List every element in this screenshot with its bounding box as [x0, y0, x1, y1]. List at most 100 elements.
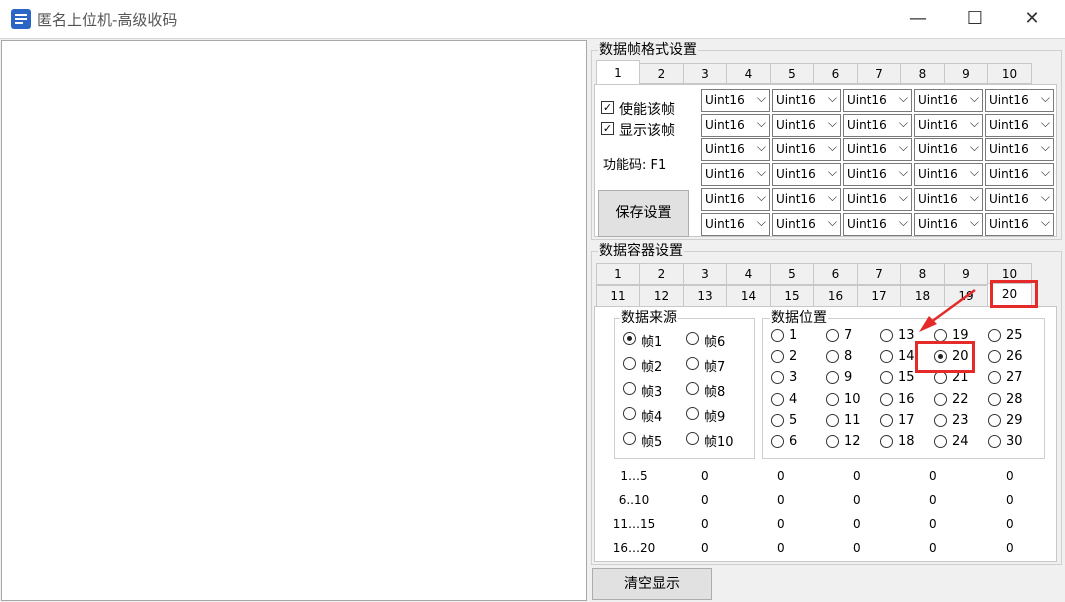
position-radio-10[interactable] [826, 392, 839, 406]
window-title: 匿名上位机-高级收码 [37, 11, 178, 29]
position-radio-5[interactable] [771, 413, 784, 427]
container-tab-11[interactable]: 11 [596, 285, 640, 307]
position-radio-18[interactable] [880, 435, 893, 448]
source-radio-5[interactable] [623, 432, 636, 445]
type-combo[interactable]: Uint16 ⌵ [772, 89, 841, 112]
clear-display-button[interactable]: 清空显示 [592, 568, 712, 600]
type-combo[interactable]: Uint16 ⌵ [843, 188, 912, 211]
source-radio-8[interactable] [686, 382, 699, 395]
position-radio-label: 23 [952, 412, 969, 428]
enable-frame-checkbox[interactable]: ✓ [601, 101, 614, 114]
frame-tab-2[interactable]: 2 [639, 63, 684, 84]
close-button[interactable]: ✕ [1008, 0, 1056, 38]
type-combo[interactable]: Uint16 ⌵ [843, 163, 912, 186]
type-combo[interactable]: Uint16 ⌵ [985, 188, 1054, 211]
type-combo[interactable]: Uint16 ⌵ [772, 138, 841, 161]
type-combo[interactable]: Uint16 ⌵ [914, 114, 983, 137]
show-frame-checkbox[interactable]: ✓ [601, 122, 614, 135]
type-combo[interactable]: Uint16 ⌵ [914, 188, 983, 211]
position-radio-7[interactable] [826, 329, 839, 342]
frame-tab-4[interactable]: 4 [726, 63, 771, 84]
source-radio-9[interactable] [686, 407, 699, 420]
container-tab-16[interactable]: 16 [813, 285, 858, 307]
position-radio-23[interactable] [934, 413, 947, 427]
position-radio-17[interactable] [880, 413, 893, 427]
type-combo[interactable]: Uint16 ⌵ [914, 89, 983, 112]
type-combo[interactable]: Uint16 ⌵ [701, 114, 770, 137]
position-radio-13[interactable] [880, 329, 893, 342]
container-tab-17[interactable]: 17 [857, 285, 901, 307]
frame-tab-7[interactable]: 7 [857, 63, 901, 84]
frame-tab-9[interactable]: 9 [944, 63, 988, 84]
combo-value: Uint16 [989, 217, 1029, 231]
type-combo[interactable]: Uint16 ⌵ [843, 89, 912, 112]
type-combo[interactable]: Uint16 ⌵ [985, 89, 1054, 112]
position-radio-24[interactable] [934, 435, 947, 448]
frame-tab-10[interactable]: 10 [987, 63, 1032, 84]
source-radio-7[interactable] [686, 357, 699, 370]
container-tab-5[interactable]: 5 [770, 263, 814, 285]
type-combo[interactable]: Uint16 ⌵ [914, 138, 983, 161]
data-display-area[interactable] [1, 40, 587, 601]
position-radio-12[interactable] [826, 435, 839, 448]
type-combo[interactable]: Uint16 ⌵ [914, 163, 983, 186]
type-combo[interactable]: Uint16 ⌵ [843, 138, 912, 161]
position-radio-22[interactable] [934, 392, 947, 406]
container-tab-13[interactable]: 13 [683, 285, 727, 307]
position-radio-4[interactable] [771, 392, 784, 406]
type-combo[interactable]: Uint16 ⌵ [985, 114, 1054, 137]
source-radio-4[interactable] [623, 407, 636, 420]
container-tab-15[interactable]: 15 [770, 285, 814, 307]
type-combo[interactable]: Uint16 ⌵ [914, 213, 983, 236]
type-combo[interactable]: Uint16 ⌵ [772, 163, 841, 186]
title-bar: 匿名上位机-高级收码 — ☐ ✕ [0, 0, 1065, 39]
container-tab-12[interactable]: 12 [639, 285, 684, 307]
type-combo[interactable]: Uint16 ⌵ [843, 213, 912, 236]
type-combo[interactable]: Uint16 ⌵ [772, 188, 841, 211]
type-combo[interactable]: Uint16 ⌵ [772, 213, 841, 236]
position-radio-30[interactable] [988, 435, 1001, 448]
container-tab-14[interactable]: 14 [726, 285, 771, 307]
container-tab-1[interactable]: 1 [596, 263, 640, 285]
maximize-button[interactable]: ☐ [951, 0, 999, 38]
type-combo[interactable]: Uint16 ⌵ [701, 138, 770, 161]
type-combo[interactable]: Uint16 ⌵ [985, 138, 1054, 161]
value-cell: 0 [929, 493, 937, 507]
position-radio-6[interactable] [771, 435, 784, 448]
frame-tab-5[interactable]: 5 [770, 63, 814, 84]
container-tab-2[interactable]: 2 [639, 263, 684, 285]
source-radio-2[interactable] [623, 357, 636, 370]
chevron-down-icon: ⌵ [969, 190, 979, 204]
type-combo[interactable]: Uint16 ⌵ [772, 114, 841, 137]
type-combo[interactable]: Uint16 ⌵ [701, 213, 770, 236]
frame-tab-3[interactable]: 3 [683, 63, 727, 84]
chevron-down-icon: ⌵ [969, 116, 979, 130]
minimize-button[interactable]: — [894, 0, 942, 38]
type-combo[interactable]: Uint16 ⌵ [701, 163, 770, 186]
type-combo[interactable]: Uint16 ⌵ [985, 213, 1054, 236]
container-tab-6[interactable]: 6 [813, 263, 858, 285]
save-settings-button[interactable]: 保存设置 [598, 190, 689, 237]
position-radio-11[interactable] [826, 413, 839, 427]
type-combo[interactable]: Uint16 ⌵ [701, 89, 770, 112]
position-radio-29[interactable] [988, 413, 1001, 427]
source-radio-3[interactable] [623, 382, 636, 395]
type-combo[interactable]: Uint16 ⌵ [701, 188, 770, 211]
frame-tab-8[interactable]: 8 [900, 63, 945, 84]
container-tab-7[interactable]: 7 [857, 263, 901, 285]
position-radio-1[interactable] [771, 329, 784, 342]
combo-value: Uint16 [705, 93, 745, 107]
chevron-down-icon: ⌵ [969, 165, 979, 179]
position-radio-16[interactable] [880, 392, 893, 406]
type-combo[interactable]: Uint16 ⌵ [985, 163, 1054, 186]
source-radio-6[interactable] [686, 332, 699, 345]
container-tab-4[interactable]: 4 [726, 263, 771, 285]
type-combo[interactable]: Uint16 ⌵ [843, 114, 912, 137]
frame-tab-1[interactable]: 1 [596, 60, 640, 85]
source-radio-10[interactable] [686, 432, 699, 445]
source-radio-1[interactable] [623, 332, 636, 345]
position-radio-28[interactable] [988, 392, 1001, 406]
frame-tab-6[interactable]: 6 [813, 63, 858, 84]
combo-value: Uint16 [989, 93, 1029, 107]
container-tab-3[interactable]: 3 [683, 263, 727, 285]
